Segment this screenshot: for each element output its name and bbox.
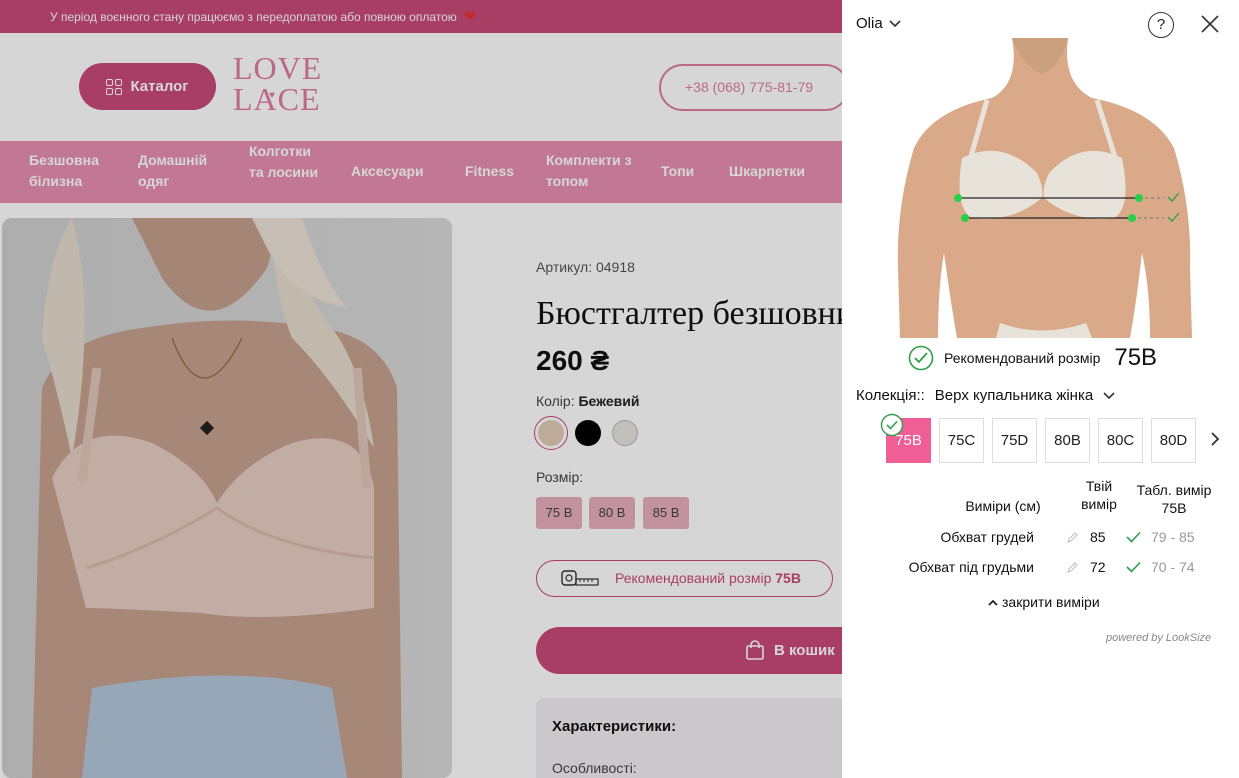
- size-tile-75c[interactable]: 75C: [939, 418, 984, 463]
- user-name: Olia: [856, 15, 883, 32]
- size-tile-80d[interactable]: 80D: [1151, 418, 1196, 463]
- bust-label: Обхват грудей: [940, 529, 1034, 545]
- recommended-size: 75B: [1114, 344, 1158, 371]
- size-tile-75d[interactable]: 75D: [992, 418, 1037, 463]
- chevron-up-icon: [988, 599, 998, 606]
- pencil-icon[interactable]: [1066, 531, 1079, 544]
- close-measurements-label: закрити виміри: [1002, 594, 1100, 610]
- your-measure-header: Твій вимір: [1081, 478, 1117, 512]
- underbust-range: 70 - 74: [1151, 559, 1195, 575]
- size-tile-80b[interactable]: 80B: [1045, 418, 1090, 463]
- collection-value: Верх купальника жінка: [934, 387, 1094, 404]
- user-profile-select[interactable]: Olia: [856, 15, 901, 32]
- close-measurements-link[interactable]: закрити виміри: [988, 594, 1100, 610]
- measurements-header: Виміри (см): [965, 498, 1041, 514]
- check-icon: [1126, 561, 1141, 573]
- recommended-label: Рекомендований розмір: [944, 350, 1101, 366]
- bust-range: 79 - 85: [1151, 529, 1195, 545]
- chevron-down-icon: [889, 19, 901, 27]
- collection-select[interactable]: Колекція:: Верх купальника жінка: [856, 387, 1115, 404]
- powered-by[interactable]: powered by LookSize: [1106, 632, 1211, 644]
- chevron-down-icon: [1103, 391, 1115, 399]
- pencil-icon[interactable]: [1066, 561, 1079, 574]
- check-circle-icon: [908, 345, 934, 371]
- underbust-value[interactable]: 72: [1090, 559, 1106, 575]
- collection-label: Колекція::: [856, 387, 925, 404]
- recommendation-row: Рекомендований розмір 75B: [908, 344, 1157, 372]
- selected-check-icon: [880, 413, 904, 437]
- body-avatar: [897, 38, 1192, 338]
- close-icon[interactable]: [1200, 14, 1220, 34]
- check-icon: [1126, 531, 1141, 543]
- underbust-label: Обхват під грудьми: [908, 559, 1034, 575]
- size-tile-80c[interactable]: 80C: [1098, 418, 1143, 463]
- bust-value[interactable]: 85: [1090, 529, 1106, 545]
- table-measure-header: Табл. вимір 75B: [1136, 482, 1212, 516]
- help-button[interactable]: ?: [1148, 12, 1174, 38]
- chevron-right-icon[interactable]: [1208, 430, 1222, 448]
- size-widget-panel: Olia ? Рекомендований розмір 75B Колекці…: [842, 0, 1239, 778]
